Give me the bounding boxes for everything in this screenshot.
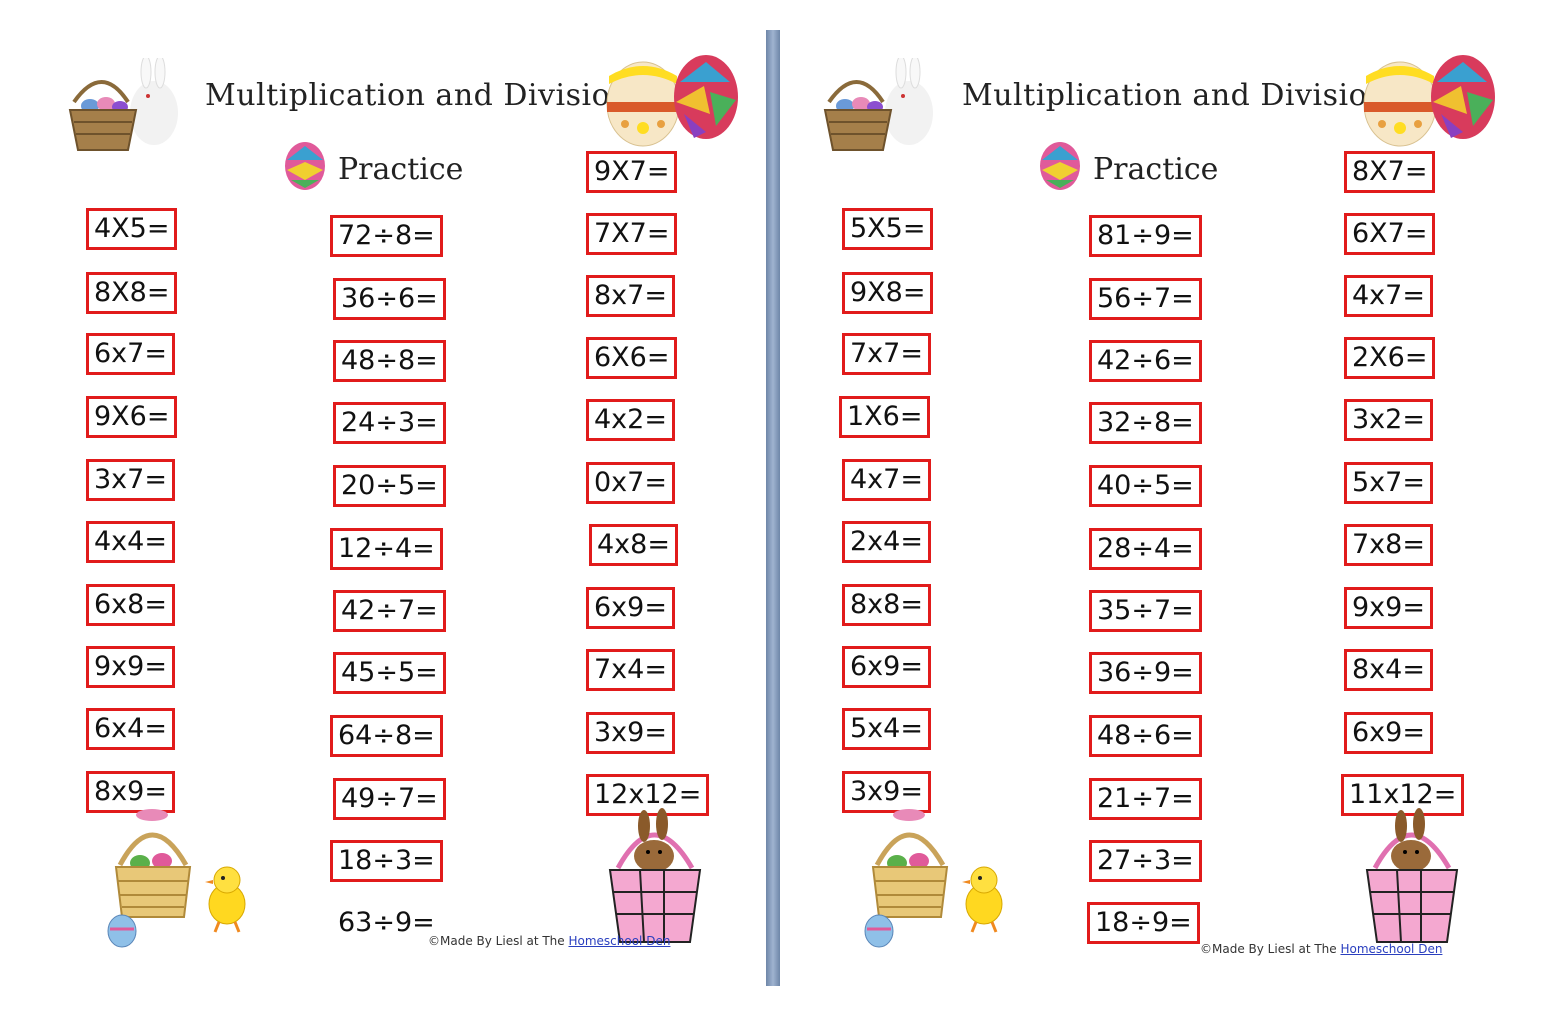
patchwork-egg-icon: [674, 55, 738, 139]
problem-box: 9X7=: [586, 151, 678, 193]
credit-line: ©Made By Liesl at The Homeschool Den: [428, 934, 670, 948]
problem-box: 56÷7=: [1089, 278, 1202, 320]
problem-box: 6x8=: [86, 584, 175, 626]
problem-box: 9X6=: [86, 396, 178, 438]
problem-box: 6x9=: [842, 646, 931, 688]
problem-box: 27÷3=: [1089, 840, 1202, 882]
bunny-basket-icon: [608, 808, 702, 943]
problem-box: 24÷3=: [333, 402, 446, 444]
problem-box: 18÷3=: [330, 840, 443, 882]
egg-basket-icon: [107, 809, 192, 948]
problem-box: 81÷9=: [1089, 215, 1202, 257]
problem-box: 40÷5=: [1089, 465, 1202, 507]
homeschool-den-link[interactable]: Homeschool Den: [1340, 942, 1442, 956]
credit-text: ©Made By Liesl at The: [428, 934, 569, 948]
worksheet-title: Multiplication and Division: [962, 78, 1387, 113]
chick-icon: [962, 866, 1003, 933]
problem-box: 6X7=: [1344, 213, 1436, 255]
bunny-basket-icon: [1365, 808, 1459, 943]
problem-box: 12÷4=: [330, 528, 443, 570]
problem-box: 3x2=: [1344, 399, 1433, 441]
problem-box: 2X6=: [1344, 337, 1436, 379]
problem-box: 48÷6=: [1089, 715, 1202, 757]
problem-box: 4x2=: [586, 399, 675, 441]
problem-box: 6x7=: [86, 333, 175, 375]
problem-box: 5X5=: [842, 208, 934, 250]
patchwork-egg-icon: [1431, 55, 1495, 139]
problem-box: 7x7=: [842, 333, 931, 375]
problem-box: 4x4=: [86, 521, 175, 563]
problem-box: 49÷7=: [333, 778, 446, 820]
worksheet-page-left: Multiplication and Division Practice 4X5…: [0, 0, 760, 1016]
problem-box: 5x4=: [842, 708, 931, 750]
problem-box: 8x8=: [842, 584, 931, 626]
easter-egg-icon: [1040, 142, 1080, 190]
problem-box: 18÷9=: [1087, 902, 1200, 944]
problem-box: 8X7=: [1344, 151, 1436, 193]
problem-box: 8X8=: [86, 272, 178, 314]
easter-basket-bunny-icon: [68, 58, 178, 151]
problem-box: 3x9=: [586, 712, 675, 754]
homeschool-den-link[interactable]: Homeschool Den: [568, 934, 670, 948]
worksheet-subtitle: Practice: [1093, 152, 1219, 187]
problem-box: 7x4=: [586, 649, 675, 691]
problem-box: 42÷7=: [333, 590, 446, 632]
egg-basket-icon: [864, 809, 949, 948]
problem-box: 4x8=: [589, 524, 678, 566]
problem-box: 4X5=: [86, 208, 178, 250]
problem-box: 5x7=: [1344, 462, 1433, 504]
problem-box: 72÷8=: [330, 215, 443, 257]
problem-box: 42÷6=: [1089, 340, 1202, 382]
problem-box: 28÷4=: [1089, 528, 1202, 570]
problem-box: 9x9=: [1344, 587, 1433, 629]
problem-box: 20÷5=: [333, 465, 446, 507]
problem-box: 36÷9=: [1089, 652, 1202, 694]
problem-unboxed: 63÷9=: [338, 907, 435, 938]
problem-box: 32÷8=: [1089, 402, 1202, 444]
problem-box: 45÷5=: [333, 652, 446, 694]
problem-box: 64÷8=: [330, 715, 443, 757]
problem-box: 2x4=: [842, 521, 931, 563]
credit-line: ©Made By Liesl at The Homeschool Den: [1200, 942, 1442, 956]
problem-box: 48÷8=: [333, 340, 446, 382]
problem-box: 6x9=: [586, 587, 675, 629]
credit-text: ©Made By Liesl at The: [1200, 942, 1341, 956]
problem-box: 4x7=: [1344, 275, 1433, 317]
problem-box: 4x7=: [842, 459, 931, 501]
problem-box: 35÷7=: [1089, 590, 1202, 632]
problem-box: 0x7=: [586, 462, 675, 504]
easter-egg-icon: [285, 142, 325, 190]
problem-box: 6x4=: [86, 708, 175, 750]
problem-box: 9x9=: [86, 646, 175, 688]
worksheet-page-right: Multiplication and Division Practice 5X5…: [775, 0, 1535, 1016]
problem-box: 6x9=: [1344, 712, 1433, 754]
easter-basket-bunny-icon: [823, 58, 933, 151]
problem-box: 8x7=: [586, 275, 675, 317]
problem-box: 8x4=: [1344, 649, 1433, 691]
problem-box: 7X7=: [586, 213, 678, 255]
problem-box: 1X6=: [839, 396, 931, 438]
problem-box: 36÷6=: [333, 278, 446, 320]
worksheet-subtitle: Practice: [338, 152, 464, 187]
problem-box: 3x7=: [86, 459, 175, 501]
problem-box: 21÷7=: [1089, 778, 1202, 820]
problem-box: 7x8=: [1344, 524, 1433, 566]
problem-box: 9X8=: [842, 272, 934, 314]
problem-box: 6X6=: [586, 337, 678, 379]
worksheet-title: Multiplication and Division: [205, 78, 630, 113]
chick-icon: [205, 866, 246, 933]
